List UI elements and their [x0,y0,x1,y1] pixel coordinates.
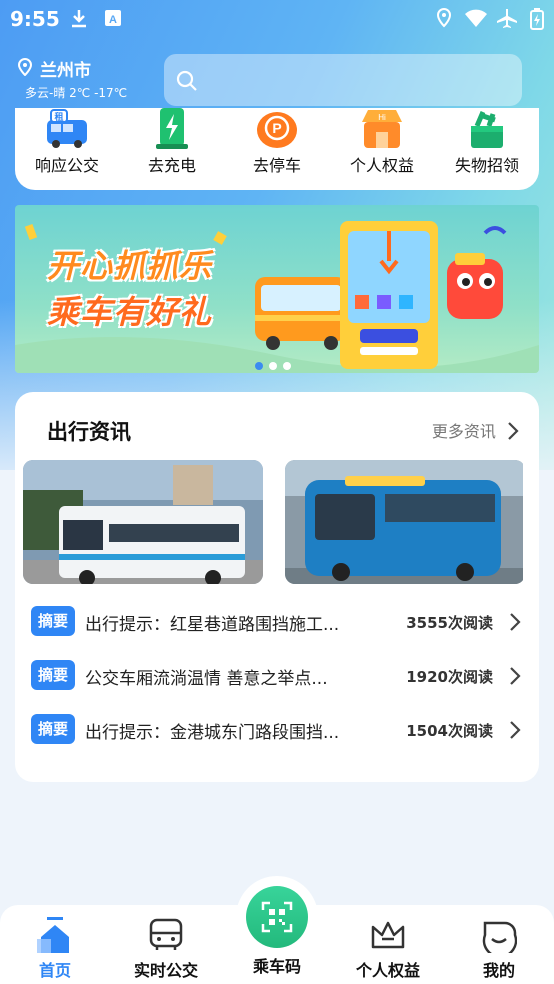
read-count: 1920次阅读 [406,668,493,686]
charging-icon [148,108,196,150]
news-headline: 出行提示：红星巷道路围挡施工... [85,615,340,635]
news-headline: 公交车厢流淌温情 善意之举点... [85,669,328,689]
quick-action-label: 去充电 [147,156,196,175]
weather-info: 多云-晴 2℃ -17℃ [25,86,128,100]
more-news-label: 更多资讯 [431,422,496,441]
tab-label-home: 首页 [38,961,71,980]
tab-label-personal-rights: 个人权益 [355,961,420,980]
quick-action-responsive-bus[interactable]: 租 响应公交 [15,108,119,190]
bus-rental-icon: 租 [43,108,91,150]
quick-action-charging[interactable]: 去充电 [120,108,224,190]
news-headline: 出行提示：金港城东门路段围挡... [85,723,340,743]
svg-text:A: A [109,14,117,26]
location-status-icon [436,7,452,32]
quick-actions-panel: 租 响应公交 去充电 P 去停车 Hi 个人权益 失物招领 [15,108,539,190]
travel-news-card: 出行资讯 更多资讯 摘要 出行提示：红星巷道路围挡施工... 3555次阅读 摘… [15,392,539,782]
bus-icon [148,917,184,957]
battery-icon [530,8,544,34]
wifi-icon [464,8,488,32]
crown-icon [370,917,406,957]
read-count: 3555次阅读 [406,614,493,632]
news-section-title: 出行资讯 [47,420,131,444]
banner-pagination [255,355,297,373]
quick-action-label: 响应公交 [34,156,99,175]
banner-subheadline: 乘车有好礼 [47,293,213,331]
tab-home[interactable]: 首页 [0,905,110,984]
tab-label-mine: 我的 [482,961,515,980]
quick-action-label: 个人权益 [349,156,414,175]
promo-banner[interactable]: 开心抓抓乐 乘车有好礼 [15,205,539,373]
news-list-item[interactable]: 摘要 出行提示：金港城东门路段围挡... 1504次阅读 [31,712,521,746]
quick-action-personal-rights[interactable]: Hi 个人权益 [330,108,434,190]
chevron-right-icon [508,422,519,440]
tab-label-realtime-bus: 实时公交 [133,961,198,980]
chevron-right-icon [510,721,521,739]
location-pin-icon [17,57,33,80]
status-bar: 9:55 A [0,0,554,38]
news-image-bus-1[interactable] [23,460,263,584]
pagination-dot-active [255,362,263,370]
ride-code-button[interactable] [236,876,318,958]
tab-personal-rights[interactable]: 个人权益 [333,905,443,984]
svg-text:P: P [272,120,281,136]
search-input[interactable] [164,54,522,106]
qr-code-icon [261,901,293,933]
quick-action-lost-found[interactable]: 失物招领 [435,108,539,190]
parking-icon: P [253,108,301,150]
banner-headline: 开心抓抓乐 [47,247,213,285]
app-notification-icon: A [104,8,122,32]
tab-mine[interactable]: 我的 [444,905,554,984]
summary-badge: 摘要 [31,660,75,690]
summary-badge: 摘要 [31,714,75,744]
more-news-link[interactable]: 更多资讯 [432,418,519,442]
news-list-item[interactable]: 摘要 公交车厢流淌温情 善意之举点... 1920次阅读 [31,658,521,692]
profile-face-icon [481,917,518,958]
chevron-right-icon [510,667,521,685]
quick-action-label: 去停车 [252,156,301,175]
news-image-bus-2[interactable] [285,460,525,584]
download-icon [70,8,88,32]
status-time: 9:55 [10,7,60,31]
tab-realtime-bus[interactable]: 实时公交 [111,905,221,984]
pagination-dot [283,362,291,370]
chevron-right-icon [510,613,521,631]
home-icon [37,917,73,959]
lost-found-icon [463,108,511,150]
shop-icon: Hi [358,108,406,150]
quick-action-label: 失物招领 [454,156,519,175]
summary-badge: 摘要 [31,606,75,636]
city-name: 兰州市 [40,61,91,81]
svg-text:租: 租 [54,111,63,123]
svg-text:Hi: Hi [378,113,386,122]
news-list-item[interactable]: 摘要 出行提示：红星巷道路围挡施工... 3555次阅读 [31,604,521,638]
ride-code-button-inner [246,886,308,948]
pagination-dot [269,362,277,370]
quick-action-parking[interactable]: P 去停车 [225,108,329,190]
search-icon [176,70,198,96]
airplane-icon [497,8,519,32]
read-count: 1504次阅读 [406,722,493,740]
